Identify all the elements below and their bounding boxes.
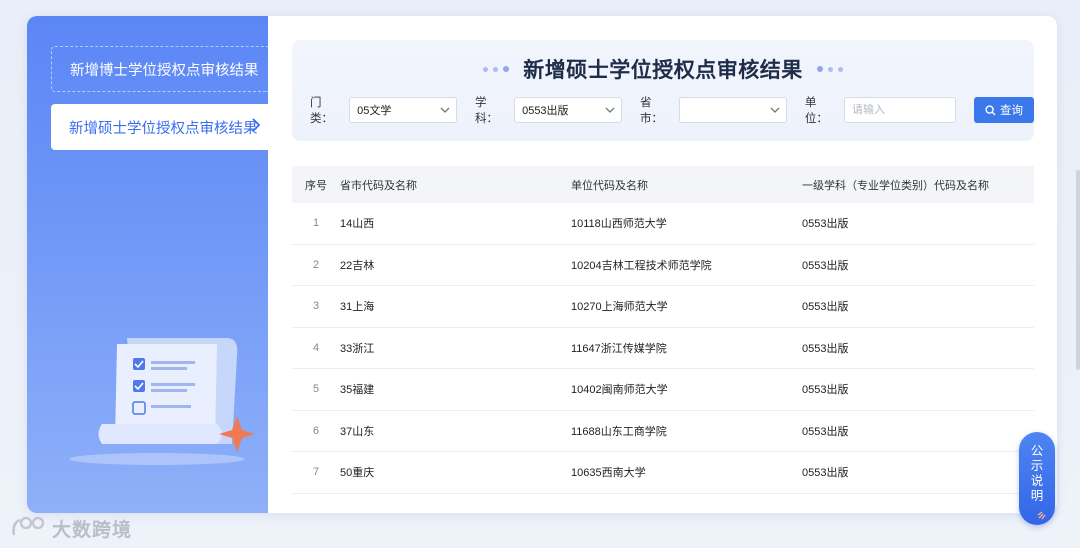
cell-index: 6: [312, 424, 320, 437]
cell-unit: 11647浙江传媒学院: [571, 342, 667, 355]
title-dots-left: [483, 66, 510, 72]
public-notice-button[interactable]: 公 示 说 明: [1019, 432, 1055, 525]
subject-select[interactable]: 0553出版: [514, 97, 622, 123]
page-title: 新增硕士学位授权点审核结果: [523, 59, 803, 82]
table-row: 2 22吉林 10204吉林工程技术师范学院 0553出版: [292, 245, 1034, 286]
subject-label: 学科：: [474, 97, 498, 125]
cell-province: 31上海: [340, 301, 375, 314]
chevron-down-icon: [605, 107, 615, 113]
cell-province: 22吉林: [340, 259, 375, 272]
cell-unit: 11688山东工商学院: [571, 425, 667, 438]
cell-unit: 10118山西师范大学: [571, 218, 667, 231]
subject-value: 0553出版: [522, 105, 569, 117]
province-label: 省市：: [639, 97, 663, 125]
header-unit: 单位代码及名称: [571, 179, 648, 192]
watermark: 大数跨境: [10, 513, 132, 543]
chevron-down-icon: [770, 107, 780, 113]
header-province: 省市代码及名称: [340, 179, 417, 192]
table-row: 4 33浙江 11647浙江传媒学院 0553出版: [292, 328, 1034, 369]
sidebar: 新增博士学位授权点审核结果 新增硕士学位授权点审核结果: [27, 16, 268, 513]
province-select[interactable]: [679, 97, 787, 123]
cell-index: 7: [312, 466, 320, 479]
cell-discipline: 0553出版: [802, 301, 849, 314]
search-icon: [985, 104, 996, 115]
cell-index: 1: [312, 217, 320, 230]
watermark-logo-icon: [12, 516, 45, 536]
table-header: 序号 省市代码及名称 单位代码及名称 一级学科（专业学位类别）代码及名称: [292, 166, 1034, 203]
unit-label: 单位：: [804, 97, 828, 125]
filter-panel: 新增硕士学位授权点审核结果 门类： 05文学 学科： 0553出版 省市： 单位…: [292, 40, 1034, 141]
watermark-text: 大数跨境: [52, 519, 133, 541]
cell-province: 50重庆: [340, 467, 375, 480]
cell-index: 5: [312, 383, 320, 396]
header-index: 序号: [305, 179, 327, 192]
sidebar-item-label: 新增硕士学位授权点审核结果: [69, 120, 258, 137]
cell-discipline: 0553出版: [802, 425, 849, 438]
cell-discipline: 0553出版: [802, 467, 849, 480]
sidebar-item-doctoral[interactable]: 新增博士学位授权点审核结果: [51, 46, 268, 92]
chevron-right-icon: [252, 118, 261, 132]
cell-index: 4: [312, 341, 320, 354]
notice-char: 说: [1030, 474, 1044, 488]
cell-unit: 10204吉林工程技术师范学院: [571, 259, 712, 272]
category-label: 门类：: [310, 97, 333, 125]
cell-province: 35福建: [340, 384, 375, 397]
cell-unit: 10635西南大学: [571, 467, 646, 480]
category-value: 05文学: [357, 105, 392, 117]
sparkle-icon: [1037, 511, 1046, 520]
cell-discipline: 0553出版: [802, 384, 849, 397]
search-button[interactable]: 查询: [974, 97, 1034, 123]
search-button-label: 查询: [1000, 105, 1023, 117]
sidebar-item-master[interactable]: 新增硕士学位授权点审核结果: [51, 104, 268, 150]
table-row: 5 35福建 10402闽南师范大学 0553出版: [292, 369, 1034, 411]
cell-discipline: 0553出版: [802, 259, 849, 272]
header-discipline: 一级学科（专业学位类别）代码及名称: [802, 179, 989, 192]
table-row: 6 37山东 11688山东工商学院 0553出版: [292, 411, 1034, 452]
cell-unit: 10402闽南师范大学: [571, 384, 668, 397]
notice-char: 明: [1030, 489, 1044, 503]
title-row: 新增硕士学位授权点审核结果: [292, 54, 1034, 84]
sidebar-item-label: 新增博士学位授权点审核结果: [70, 62, 259, 79]
filter-bar: 门类： 05文学 学科： 0553出版 省市： 单位： 请输入 查询: [310, 96, 1034, 125]
cell-discipline: 0553出版: [802, 342, 849, 355]
notice-char: 示: [1030, 459, 1044, 473]
cell-index: 2: [312, 258, 320, 271]
cell-province: 37山东: [340, 425, 375, 438]
title-dots-right: [816, 66, 843, 72]
main-content: 新增硕士学位授权点审核结果 门类： 05文学 学科： 0553出版 省市： 单位…: [268, 16, 1057, 513]
notice-char: 公: [1030, 444, 1044, 458]
cell-unit: 10270上海师范大学: [571, 301, 668, 314]
cell-discipline: 0553出版: [802, 218, 849, 231]
results-table: 序号 省市代码及名称 单位代码及名称 一级学科（专业学位类别）代码及名称 1 1…: [292, 166, 1034, 494]
document-checklist-illustration: [69, 338, 255, 465]
unit-input[interactable]: [844, 97, 957, 123]
main-card: 新增博士学位授权点审核结果 新增硕士学位授权点审核结果 新增硕士学位授权点审核结…: [27, 16, 1057, 513]
cell-index: 3: [312, 300, 320, 313]
chevron-down-icon: [440, 107, 450, 113]
category-select[interactable]: 05文学: [349, 97, 457, 123]
cell-province: 33浙江: [340, 342, 375, 355]
table-row: 1 14山西 10118山西师范大学 0553出版: [292, 203, 1034, 245]
cell-province: 14山西: [340, 218, 375, 231]
table-row: 3 31上海 10270上海师范大学 0553出版: [292, 286, 1034, 328]
table-row: 7 50重庆 10635西南大学 0553出版: [292, 452, 1034, 494]
page-scrollbar[interactable]: [1076, 170, 1080, 370]
